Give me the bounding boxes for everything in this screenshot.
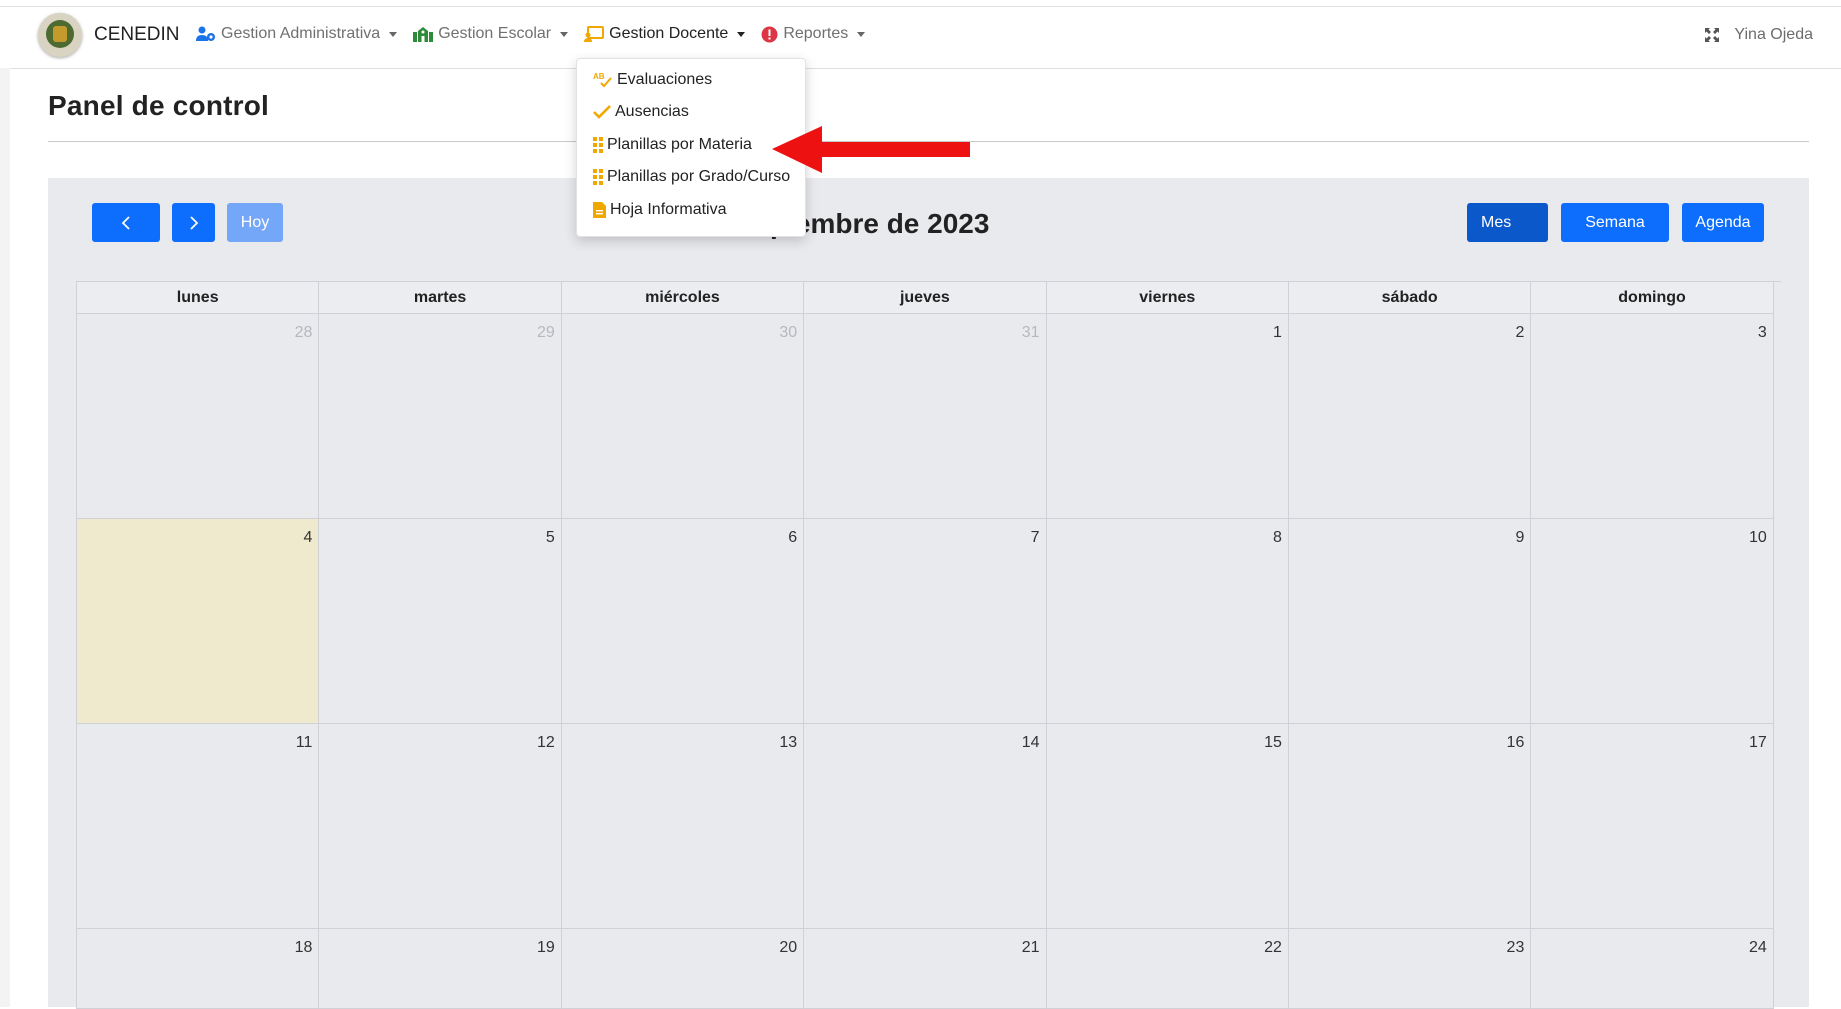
caret-down-icon xyxy=(389,31,398,37)
users-cog-icon xyxy=(196,26,216,42)
day-cell[interactable]: 10 xyxy=(1531,519,1774,724)
brand-name: CENEDIN xyxy=(94,24,180,45)
month-view-button[interactable]: Mes xyxy=(1467,203,1548,242)
svg-text:AB: AB xyxy=(593,72,605,81)
week-row: 11 12 13 14 15 16 17 xyxy=(77,724,1781,929)
check-icon xyxy=(593,105,611,119)
weekday-label: miércoles xyxy=(561,282,805,314)
info-circle-icon xyxy=(761,26,778,43)
day-cell[interactable]: 19 xyxy=(319,929,562,1009)
day-cell[interactable]: 16 xyxy=(1288,724,1532,929)
weekday-label: domingo xyxy=(1531,282,1774,314)
brand[interactable]: CENEDIN xyxy=(38,13,180,57)
day-cell[interactable]: 8 xyxy=(1046,519,1289,724)
day-cell[interactable]: 28 xyxy=(77,314,320,519)
day-cell-today[interactable]: 4 xyxy=(77,519,320,724)
day-cell[interactable]: 21 xyxy=(804,929,1047,1009)
week-row: 18 19 20 21 22 23 24 xyxy=(77,929,1781,1009)
today-button[interactable]: Hoy xyxy=(227,203,283,242)
day-cell[interactable]: 31 xyxy=(804,314,1047,519)
day-cell[interactable]: 6 xyxy=(561,519,805,724)
month-grid: lunes martes miércoles jueves viernes sá… xyxy=(76,281,1781,1009)
caret-down-icon xyxy=(737,31,746,37)
agenda-view-button[interactable]: Agenda xyxy=(1682,203,1764,242)
nav-gestion-docente[interactable]: Gestion Docente xyxy=(584,25,746,43)
weekday-label: martes xyxy=(319,282,562,314)
week-row: 28 29 30 31 1 2 3 xyxy=(77,314,1781,519)
menu-item-planillas-grado-curso[interactable]: Planillas por Grado/Curso xyxy=(593,168,790,186)
menu-item-label: Ausencias xyxy=(615,103,689,120)
nav-label: Gestion Docente xyxy=(609,25,729,42)
nav-label: Gestion Administrativa xyxy=(221,25,381,42)
weekday-label: sábado xyxy=(1288,282,1532,314)
prev-month-button[interactable] xyxy=(92,203,160,242)
nav-label: Gestion Escolar xyxy=(438,25,552,42)
day-cell[interactable]: 17 xyxy=(1531,724,1774,929)
week-row: 4 5 6 7 8 9 10 xyxy=(77,519,1781,724)
menu-item-label: Planillas por Grado/Curso xyxy=(607,168,791,185)
day-cell[interactable]: 7 xyxy=(804,519,1047,724)
navbar: CENEDIN Gestion Administrativa Gestion E… xyxy=(10,7,1841,69)
nav-reportes[interactable]: Reportes xyxy=(761,25,866,43)
spell-check-icon: AB xyxy=(593,71,613,89)
day-cell[interactable]: 12 xyxy=(319,724,562,929)
day-cell[interactable]: 5 xyxy=(319,519,562,724)
school-logo xyxy=(38,13,82,57)
chevron-right-icon xyxy=(189,215,198,230)
day-cell[interactable]: 20 xyxy=(561,929,805,1009)
menu-item-label: Hoja Informativa xyxy=(610,201,727,218)
nav-gestion-administrativa[interactable]: Gestion Administrativa xyxy=(196,25,398,43)
page-title: Panel de control xyxy=(48,90,270,121)
day-cell[interactable]: 23 xyxy=(1288,929,1532,1009)
menu-item-ausencias[interactable]: Ausencias xyxy=(593,103,689,121)
day-cell[interactable]: 13 xyxy=(561,724,805,929)
menu-item-planillas-materia[interactable]: Planillas por Materia xyxy=(593,136,752,154)
day-cell[interactable]: 22 xyxy=(1046,929,1289,1009)
week-view-button[interactable]: Semana xyxy=(1561,203,1669,242)
caret-down-icon xyxy=(857,31,866,37)
menu-item-label: Planillas por Materia xyxy=(607,136,752,153)
weekday-header: lunes martes miércoles jueves viernes sá… xyxy=(77,282,1781,314)
next-month-button[interactable] xyxy=(172,203,215,242)
user-menu[interactable]: Yina Ojeda xyxy=(1704,26,1813,44)
chevron-left-icon xyxy=(121,215,130,230)
day-cell[interactable]: 29 xyxy=(319,314,562,519)
red-arrow-annotation xyxy=(772,126,970,173)
left-gutter xyxy=(0,68,10,1007)
nav-label: Reportes xyxy=(783,25,849,42)
weekday-label: jueves xyxy=(804,282,1047,314)
user-name: Yina Ojeda xyxy=(1734,26,1813,43)
nav-gestion-escolar[interactable]: Gestion Escolar xyxy=(413,25,569,43)
day-cell[interactable]: 9 xyxy=(1288,519,1532,724)
expand-icon[interactable] xyxy=(1704,27,1720,43)
nav-menu: Gestion Administrativa Gestion Escolar G… xyxy=(196,25,881,43)
chalkboard-teacher-icon xyxy=(584,26,605,42)
day-cell[interactable]: 15 xyxy=(1046,724,1289,929)
file-icon xyxy=(593,202,606,218)
grip-icon xyxy=(593,137,603,153)
day-cell[interactable]: 11 xyxy=(77,724,320,929)
menu-item-hoja-informativa[interactable]: Hoja Informativa xyxy=(593,201,727,219)
day-cell[interactable]: 1 xyxy=(1046,314,1289,519)
day-cell[interactable]: 3 xyxy=(1531,314,1774,519)
menu-item-label: Evaluaciones xyxy=(617,71,713,88)
day-cell[interactable]: 2 xyxy=(1288,314,1532,519)
school-icon xyxy=(413,26,434,42)
weekday-label: lunes xyxy=(77,282,320,314)
menu-item-evaluaciones[interactable]: AB Evaluaciones xyxy=(593,71,712,89)
day-cell[interactable]: 18 xyxy=(77,929,320,1009)
caret-down-icon xyxy=(560,31,569,37)
day-cell[interactable]: 30 xyxy=(561,314,805,519)
browser-top-edge xyxy=(0,0,1841,7)
day-cell[interactable]: 14 xyxy=(804,724,1047,929)
weekday-label: viernes xyxy=(1046,282,1289,314)
grip-icon xyxy=(593,169,603,185)
day-cell[interactable]: 24 xyxy=(1531,929,1774,1009)
